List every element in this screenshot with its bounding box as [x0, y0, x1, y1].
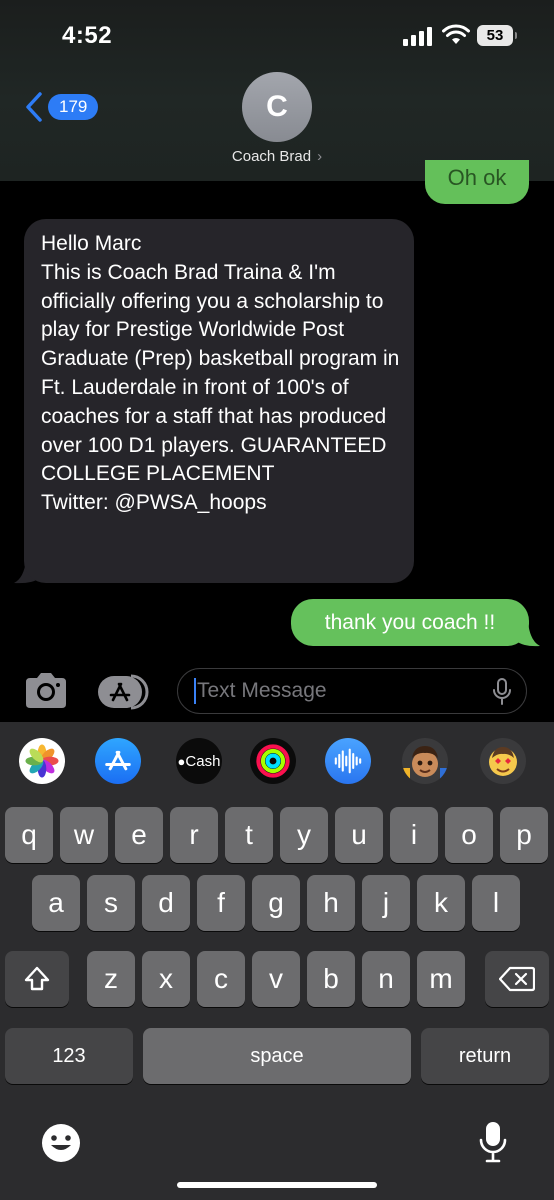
text-cursor: [194, 678, 196, 704]
key-l[interactable]: l: [472, 875, 520, 931]
signal-icon: [403, 26, 435, 46]
home-indicator[interactable]: [177, 1182, 377, 1188]
app-store-drawer-button[interactable]: [97, 672, 151, 712]
outgoing-message-bubble[interactable]: thank you coach !!: [291, 599, 529, 646]
key-d[interactable]: d: [142, 875, 190, 931]
contact-avatar[interactable]: C: [242, 72, 312, 142]
shift-key[interactable]: [5, 951, 69, 1007]
activity-icon[interactable]: [250, 738, 296, 784]
camera-icon[interactable]: [22, 670, 70, 712]
key-p[interactable]: p: [500, 807, 548, 863]
photos-app-icon[interactable]: [19, 738, 65, 784]
key-r[interactable]: r: [170, 807, 218, 863]
audio-message-icon[interactable]: [325, 738, 371, 784]
numbers-key[interactable]: 123: [5, 1028, 133, 1084]
apple-logo-icon: ●: [177, 753, 186, 769]
memoji-icon[interactable]: [402, 738, 448, 784]
apple-cash-icon[interactable]: ● Cash: [176, 738, 222, 784]
conversation-header: 4:52 53 179 C Coach Brad ›: [0, 0, 554, 181]
key-t[interactable]: t: [225, 807, 273, 863]
key-i[interactable]: i: [390, 807, 438, 863]
key-f[interactable]: f: [197, 875, 245, 931]
key-k[interactable]: k: [417, 875, 465, 931]
chevron-left-icon: [26, 92, 42, 122]
key-a[interactable]: a: [32, 875, 80, 931]
key-u[interactable]: u: [335, 807, 383, 863]
key-b[interactable]: b: [307, 951, 355, 1007]
dictation-mic-icon[interactable]: [492, 678, 512, 706]
incoming-message-bubble[interactable]: Hello Marc This is Coach Brad Traina & I…: [24, 219, 414, 583]
key-m[interactable]: m: [417, 951, 465, 1007]
keyboard: ● Cash q w e r t y u i o p a s d f g h j…: [0, 722, 554, 1200]
key-o[interactable]: o: [445, 807, 493, 863]
previous-outgoing-message[interactable]: Oh ok: [425, 160, 529, 204]
key-q[interactable]: q: [5, 807, 53, 863]
key-n[interactable]: n: [362, 951, 410, 1007]
key-c[interactable]: c: [197, 951, 245, 1007]
key-w[interactable]: w: [60, 807, 108, 863]
emoji-icon[interactable]: [40, 1122, 82, 1164]
message-input-placeholder: Text Message: [197, 679, 327, 702]
space-key[interactable]: space: [143, 1028, 411, 1084]
imessage-app-strip: ● Cash: [0, 738, 554, 784]
key-s[interactable]: s: [87, 875, 135, 931]
memoji-stickers-icon[interactable]: [480, 738, 526, 784]
key-y[interactable]: y: [280, 807, 328, 863]
key-x[interactable]: x: [142, 951, 190, 1007]
shift-icon: [24, 966, 50, 991]
battery-icon: 53: [477, 25, 517, 46]
backspace-icon: [499, 966, 535, 992]
key-v[interactable]: v: [252, 951, 300, 1007]
app-store-icon[interactable]: [95, 738, 141, 784]
key-e[interactable]: e: [115, 807, 163, 863]
message-input[interactable]: Text Message: [177, 668, 527, 714]
back-button[interactable]: 179: [24, 90, 99, 124]
key-g[interactable]: g: [252, 875, 300, 931]
wifi-icon: [442, 24, 470, 44]
dictation-icon[interactable]: [478, 1120, 508, 1164]
key-h[interactable]: h: [307, 875, 355, 931]
delete-key[interactable]: [485, 951, 549, 1007]
key-z[interactable]: z: [87, 951, 135, 1007]
status-time: 4:52: [62, 22, 113, 49]
contact-name: Coach Brad: [231, 148, 312, 165]
key-j[interactable]: j: [362, 875, 410, 931]
unread-count-badge: 179: [48, 94, 99, 120]
chevron-right-icon: ›: [317, 148, 323, 165]
return-key[interactable]: return: [421, 1028, 549, 1084]
